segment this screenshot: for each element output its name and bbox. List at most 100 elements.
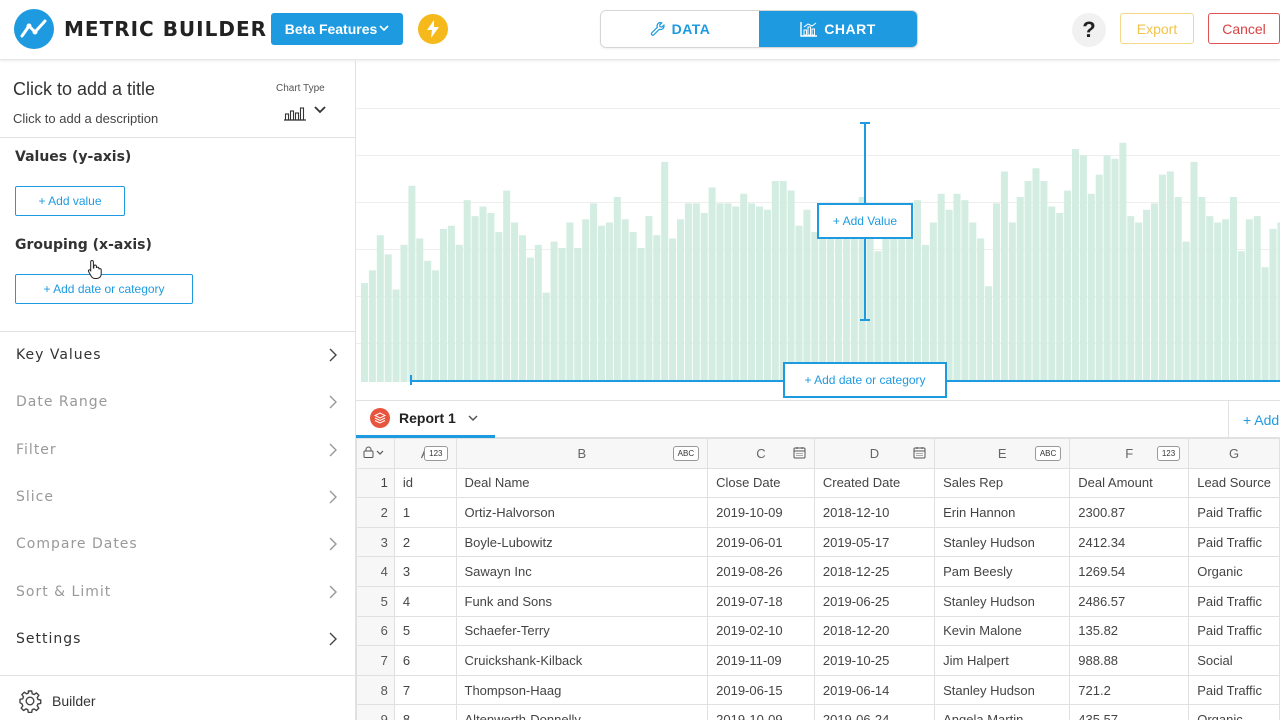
table-cell[interactable]: 2 (393, 526, 457, 558)
builder-link[interactable]: Builder (18, 689, 96, 713)
table-cell[interactable]: 2019-11-09 (707, 645, 815, 676)
beta-features-dropdown[interactable]: Beta Features (271, 13, 403, 45)
table-cell[interactable]: 2019-02-10 (707, 615, 815, 647)
table-cell[interactable]: Sales Rep (934, 467, 1071, 499)
column-letter-header[interactable]: B ABC (455, 438, 709, 469)
table-cell[interactable]: 2486.57 (1069, 585, 1190, 617)
table-cell[interactable]: Schaefer-Terry (455, 615, 709, 647)
table-cell[interactable]: 988.88 (1069, 645, 1190, 676)
report-tab-label: Report 1 (399, 410, 456, 426)
table-cell[interactable]: 1 (393, 497, 457, 528)
chart-add-category-button[interactable]: + Add date or category (783, 362, 947, 398)
table-cell[interactable]: Stanley Hudson (934, 526, 1071, 558)
table-cell[interactable]: 2019-06-25 (813, 585, 936, 617)
tab-data[interactable]: DATA (601, 11, 759, 47)
table-cell[interactable]: 8 (393, 704, 457, 720)
lightning-bolt-icon[interactable] (418, 14, 448, 44)
column-letter-header[interactable]: A123 (393, 438, 457, 469)
table-cell[interactable]: Angela Martin (934, 704, 1071, 720)
table-cell[interactable]: Erin Hannon (934, 497, 1071, 528)
table-cell[interactable]: 135.82 (1069, 615, 1190, 647)
column-letter-header[interactable]: C (707, 438, 815, 469)
table-cell[interactable]: Paid Traffic (1188, 585, 1280, 617)
table-cell[interactable]: Thompson-Haag (455, 674, 709, 706)
table-cell[interactable]: 2300.87 (1069, 497, 1190, 528)
table-cell[interactable]: 4 (393, 585, 457, 617)
add-report-button[interactable]: + Add (1228, 401, 1280, 438)
table-cell[interactable]: 2018-12-10 (813, 497, 936, 528)
chart-add-value-button[interactable]: + Add Value (817, 203, 913, 239)
table-cell[interactable]: 721.2 (1069, 674, 1190, 706)
help-button[interactable]: ? (1072, 13, 1106, 47)
bar-chart-type-icon[interactable] (284, 105, 306, 121)
column-letter-header[interactable]: G (1188, 438, 1280, 469)
add-date-or-category-button[interactable]: + Add date or category (15, 274, 193, 304)
table-cell[interactable]: 2019-06-01 (707, 526, 815, 558)
table-cell[interactable]: Deal Name (455, 467, 709, 499)
table-cell[interactable]: 2019-07-18 (707, 585, 815, 617)
table-cell[interactable]: Boyle-Lubowitz (455, 526, 709, 558)
add-value-button[interactable]: + Add value (15, 186, 125, 216)
chart-title-placeholder[interactable]: Click to add a title (13, 79, 155, 100)
chevron-down-icon[interactable] (468, 414, 478, 422)
table-cell[interactable]: Altenwerth-Donnelly (455, 704, 709, 720)
table-cell[interactable]: Pam Beesly (934, 556, 1071, 587)
table-cell[interactable]: Deal Amount (1069, 467, 1190, 499)
table-cell[interactable]: 2019-05-17 (813, 526, 936, 558)
sidebar-menu-item[interactable]: Slice (0, 474, 355, 520)
sidebar-menu-item[interactable]: Key Values (0, 332, 355, 378)
table-cell[interactable]: 3 (393, 556, 457, 587)
column-letter-header[interactable]: E ABC (934, 438, 1071, 469)
table-cell[interactable]: Created Date (813, 467, 936, 499)
table-cell[interactable]: Ortiz-Halvorson (455, 497, 709, 528)
table-cell[interactable]: 2019-06-24 (813, 704, 936, 720)
table-cell[interactable]: 2019-06-15 (707, 674, 815, 706)
cancel-button[interactable]: Cancel (1208, 13, 1280, 44)
sidebar-menu-item[interactable]: Date Range (0, 379, 355, 425)
sidebar-menu-item[interactable]: Compare Dates (0, 521, 355, 567)
sidebar-menu-item[interactable]: Filter (0, 427, 355, 473)
table-cell[interactable]: Organic (1188, 704, 1280, 720)
sidebar-menu-item[interactable]: Sort & Limit (0, 569, 355, 615)
column-letter-header[interactable]: D (813, 438, 936, 469)
tab-chart[interactable]: CHART (759, 11, 917, 47)
table-cell[interactable]: Paid Traffic (1188, 497, 1280, 528)
table-cell[interactable]: 5 (393, 615, 457, 647)
table-cell[interactable]: 2019-06-14 (813, 674, 936, 706)
table-cell[interactable]: Paid Traffic (1188, 674, 1280, 706)
table-cell[interactable]: Close Date (707, 467, 815, 499)
table-cell[interactable]: 2412.34 (1069, 526, 1190, 558)
tab-report-1[interactable]: Report 1 (356, 401, 495, 438)
table-cell[interactable]: Organic (1188, 556, 1280, 587)
table-cell[interactable]: 2019-08-26 (707, 556, 815, 587)
table-cell[interactable]: 7 (393, 674, 457, 706)
sidebar-menu-item[interactable]: Settings (0, 616, 355, 662)
table-cell[interactable]: Stanley Hudson (934, 585, 1071, 617)
table-cell[interactable]: Paid Traffic (1188, 615, 1280, 647)
chevron-down-icon[interactable] (314, 105, 326, 115)
table-cell[interactable]: 2019-10-09 (707, 704, 815, 720)
table-cell[interactable]: Stanley Hudson (934, 674, 1071, 706)
table-cell[interactable]: 2019-10-09 (707, 497, 815, 528)
export-button[interactable]: Export (1120, 13, 1194, 44)
table-cell[interactable]: Jim Halpert (934, 645, 1071, 676)
table-cell[interactable]: Sawayn Inc (455, 556, 709, 587)
table-cell[interactable]: Kevin Malone (934, 615, 1071, 647)
table-cell[interactable]: 2019-10-25 (813, 645, 936, 676)
table-cell[interactable]: 6 (393, 645, 457, 676)
chart-description-placeholder[interactable]: Click to add a description (13, 111, 158, 126)
table-cell[interactable]: id (393, 467, 457, 499)
table-cell[interactable]: Funk and Sons (455, 585, 709, 617)
table-cell[interactable]: Cruickshank-Kilback (455, 645, 709, 676)
table-cell[interactable]: Social (1188, 645, 1280, 676)
table-cell[interactable]: 435.57 (1069, 704, 1190, 720)
table-cell[interactable]: 2018-12-25 (813, 556, 936, 587)
table-cell[interactable]: 2018-12-20 (813, 615, 936, 647)
gear-icon (19, 690, 42, 713)
column-letter-header[interactable]: F 123 (1069, 438, 1190, 469)
chart-bar (1119, 142, 1127, 382)
table-cell[interactable]: Paid Traffic (1188, 526, 1280, 558)
table-cell[interactable]: Lead Source (1188, 467, 1280, 499)
table-cell[interactable]: 1269.54 (1069, 556, 1190, 587)
lock-cell[interactable] (356, 438, 395, 469)
